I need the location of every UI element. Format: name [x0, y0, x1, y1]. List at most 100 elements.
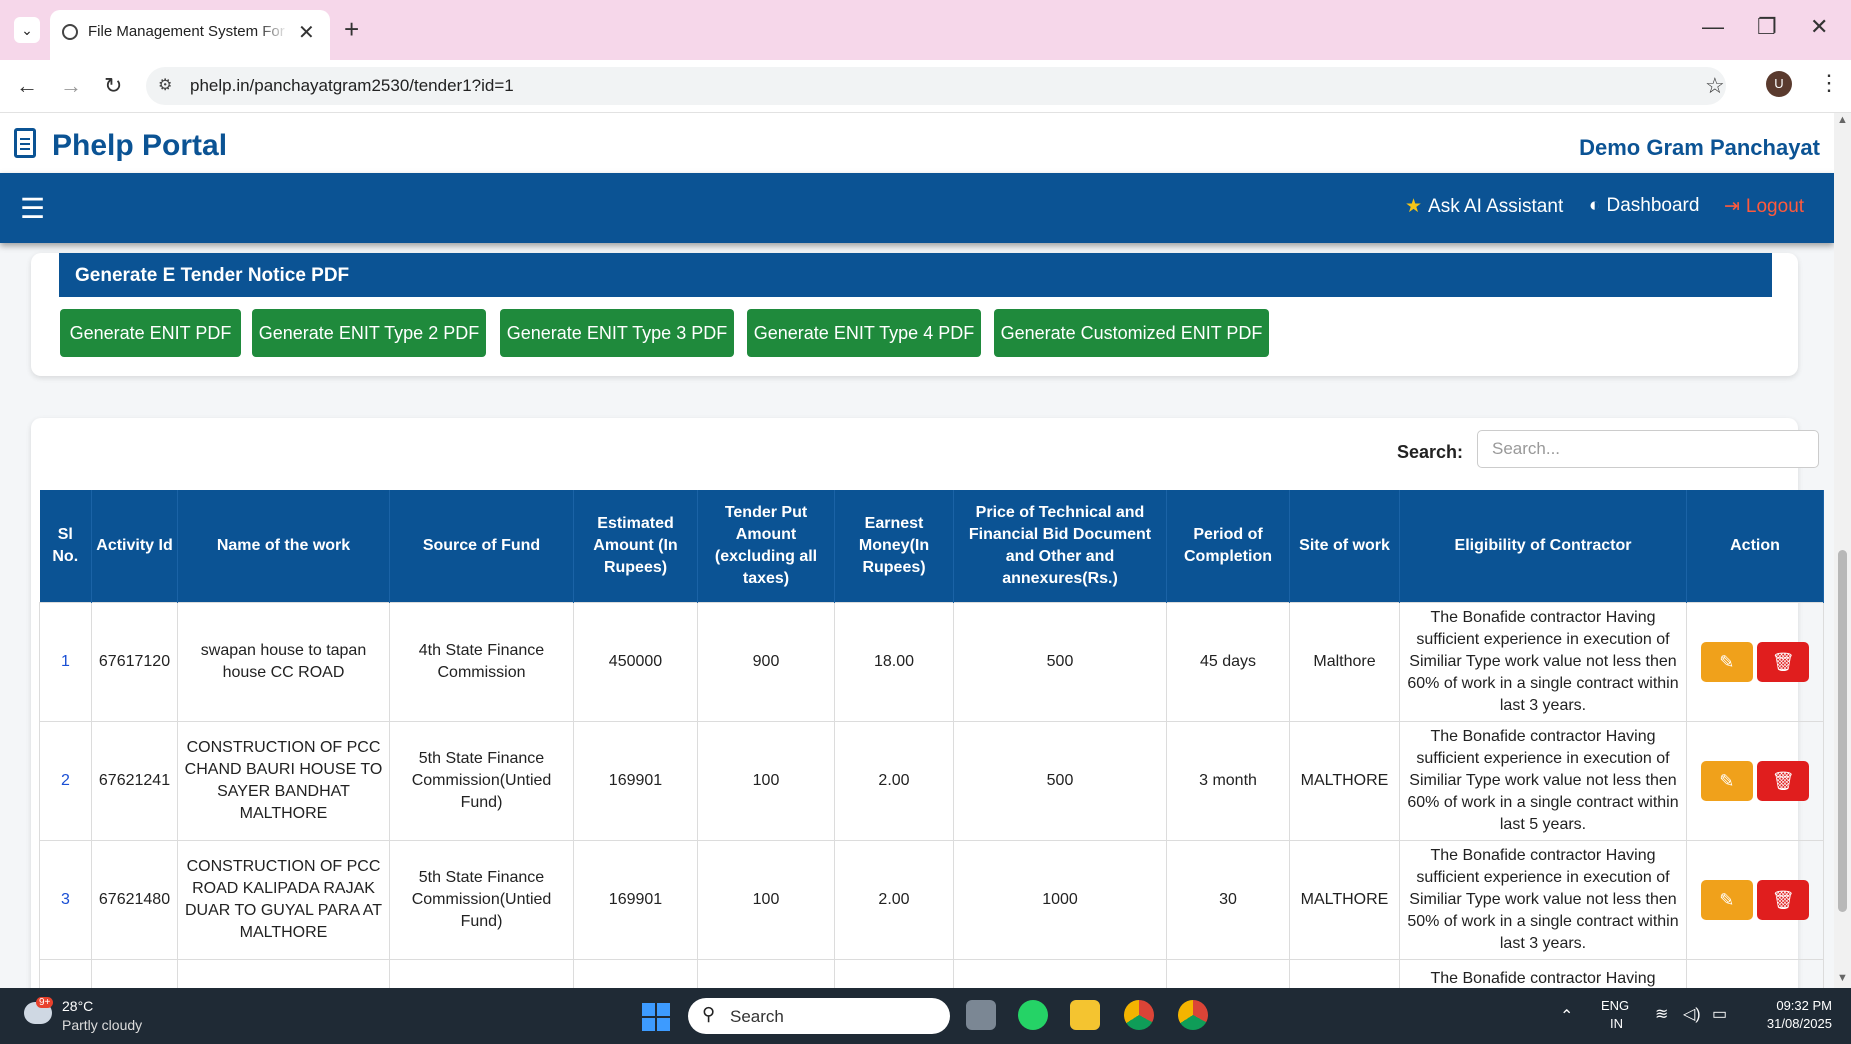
column-header-period[interactable]: Period of Completion: [1166, 490, 1290, 603]
table-row: The Bonafide contractor Having: [39, 959, 1824, 988]
column-header-tender-put-amount[interactable]: Tender Put Amount (excluding all taxes): [697, 490, 835, 603]
column-header-eligibility[interactable]: Eligibility of Contractor: [1399, 490, 1687, 603]
trash-icon: 🗑: [1771, 771, 1795, 791]
cell-sl-no: 2: [39, 721, 92, 841]
restore-icon[interactable]: ❐: [1757, 14, 1777, 40]
scrollbar-thumb[interactable]: [1838, 550, 1847, 912]
column-header-action: Action: [1686, 490, 1824, 603]
delete-button[interactable]: 🗑: [1757, 880, 1810, 920]
tender-table-card: Search: Sl No. Activity Id Name of the w…: [31, 418, 1824, 988]
site-info-icon[interactable]: ⚙: [158, 75, 172, 95]
edit-icon: ✎: [1719, 771, 1735, 791]
logout-icon: ⇥: [1724, 196, 1740, 217]
clock-date[interactable]: 31/08/2025: [1752, 1016, 1832, 1031]
cell-activity-id: 67617120: [91, 602, 178, 722]
column-header-name-of-work[interactable]: Name of the work: [177, 490, 390, 603]
generate-pdf-title: Generate E Tender Notice PDF: [75, 265, 350, 286]
edit-button[interactable]: ✎: [1700, 642, 1753, 682]
edit-button[interactable]: ✎: [1700, 761, 1753, 801]
back-arrow-icon[interactable]: ←: [16, 73, 38, 99]
scroll-up-icon[interactable]: ▲: [1837, 114, 1848, 126]
column-header-bid-document-price[interactable]: Price of Technical and Financial Bid Doc…: [953, 490, 1167, 603]
cell-tender-put-amount: 100: [697, 721, 835, 841]
brand-title[interactable]: Phelp Portal: [52, 129, 227, 163]
url-text[interactable]: phelp.in/panchayatgram2530/tender1?id=1: [190, 76, 514, 96]
windows-start-icon[interactable]: [642, 1003, 670, 1031]
search-input[interactable]: [1477, 430, 1819, 468]
tray-overflow-icon[interactable]: ⌃: [1560, 1006, 1573, 1026]
bookmark-star-icon[interactable]: ☆: [1705, 73, 1725, 99]
new-tab-button[interactable]: +: [344, 14, 359, 45]
search-label: Search:: [1397, 442, 1464, 462]
profile-avatar[interactable]: U: [1766, 71, 1792, 97]
trash-icon: 🗑: [1771, 890, 1795, 910]
cell-period: 3 month: [1166, 721, 1290, 841]
forward-arrow-icon[interactable]: →: [60, 73, 82, 99]
cell-period: 30: [1166, 840, 1290, 960]
file-explorer-icon[interactable]: [1070, 1000, 1100, 1030]
cell-activity-id: 67621480: [91, 840, 178, 960]
task-view-icon[interactable]: [966, 1000, 996, 1030]
language-region[interactable]: IN: [1610, 1016, 1623, 1031]
cell-source-of-fund: [389, 959, 574, 988]
delete-button[interactable]: 🗑: [1757, 761, 1810, 801]
generate-enit-type4-button[interactable]: Generate ENIT Type 4 PDF: [747, 309, 981, 357]
generate-enit-type3-button[interactable]: Generate ENIT Type 3 PDF: [500, 309, 734, 357]
search-icon: ⚲: [702, 1004, 716, 1024]
address-bar[interactable]: ⚙ phelp.in/panchayatgram2530/tender1?id=…: [146, 67, 1726, 105]
whatsapp-icon[interactable]: [1018, 1000, 1048, 1030]
column-header-earnest-money[interactable]: Earnest Money(In Rupees): [834, 490, 954, 603]
cell-action: ✎ 🗑: [1686, 721, 1824, 841]
tab-title: File Management System For G: [88, 23, 288, 40]
table-row: 3 67621480 CONSTRUCTION OF PCC ROAD KALI…: [39, 840, 1824, 960]
clock-time[interactable]: 09:32 PM: [1752, 998, 1832, 1013]
cell-bid-document-price: 500: [953, 721, 1167, 841]
tab-close-icon[interactable]: ✕: [298, 20, 315, 45]
column-header-estimated-amount[interactable]: Estimated Amount (In Rupees): [573, 490, 698, 603]
edit-button[interactable]: ✎: [1700, 880, 1753, 920]
cell-earnest-money: 2.00: [834, 721, 954, 841]
table-row: 2 67621241 CONSTRUCTION OF PCC CHAND BAU…: [39, 721, 1824, 841]
cell-tender-put-amount: [697, 959, 835, 988]
weather-badge: 9+: [36, 997, 54, 1008]
cell-action: ✎ 🗑: [1686, 840, 1824, 960]
cell-earnest-money: 2.00: [834, 840, 954, 960]
cell-bid-document-price: 1000: [953, 840, 1167, 960]
logout-link[interactable]: ⇥ Logout: [1724, 195, 1804, 218]
window-close-icon[interactable]: ✕: [1810, 14, 1828, 40]
cell-earnest-money: 18.00: [834, 602, 954, 722]
chrome-profile-icon[interactable]: [1178, 1000, 1208, 1030]
reload-icon[interactable]: ↻: [104, 73, 122, 99]
wifi-icon[interactable]: ≋: [1655, 1004, 1668, 1024]
generate-pdf-card: Generate E Tender Notice PDF Generate EN…: [31, 253, 1798, 376]
browser-tab[interactable]: File Management System For G ✕: [50, 10, 330, 60]
chrome-icon[interactable]: [1124, 1000, 1154, 1030]
cell-period: 45 days: [1166, 602, 1290, 722]
cell-estimated-amount: 169901: [573, 840, 698, 960]
cell-sl-no: 3: [39, 840, 92, 960]
generate-customized-enit-button[interactable]: Generate Customized ENIT PDF: [994, 309, 1269, 357]
language-code[interactable]: ENG: [1601, 998, 1629, 1013]
generate-enit-type2-button[interactable]: Generate ENIT Type 2 PDF: [252, 309, 486, 357]
column-header-sl-no[interactable]: Sl No.: [39, 490, 92, 603]
weather-temperature: 28°C: [62, 998, 94, 1014]
battery-icon[interactable]: ▭: [1712, 1004, 1727, 1024]
column-header-site[interactable]: Site of work: [1289, 490, 1400, 603]
generate-enit-pdf-button[interactable]: Generate ENIT PDF: [60, 309, 241, 357]
volume-icon[interactable]: ◁): [1683, 1004, 1701, 1024]
hamburger-menu-icon[interactable]: ☰: [20, 195, 45, 223]
cell-site: MALTHORE: [1289, 840, 1400, 960]
delete-button[interactable]: 🗑: [1757, 642, 1810, 682]
tab-search-button[interactable]: ⌄: [14, 17, 40, 43]
browser-menu-icon[interactable]: ⋮: [1818, 70, 1840, 96]
weather-description: Partly cloudy: [62, 1017, 143, 1033]
dashboard-link[interactable]: ◐ Dashboard: [1589, 195, 1699, 217]
taskbar-search[interactable]: ⚲ Search: [688, 998, 950, 1034]
column-header-source-of-fund[interactable]: Source of Fund: [389, 490, 574, 603]
ask-ai-link[interactable]: ★ Ask AI Assistant: [1405, 195, 1563, 218]
scroll-down-icon[interactable]: ▼: [1837, 972, 1848, 984]
cell-estimated-amount: 450000: [573, 602, 698, 722]
minimize-icon[interactable]: —: [1702, 14, 1724, 40]
column-header-activity-id[interactable]: Activity Id: [91, 490, 178, 603]
table-row: 1 67617120 swapan house to tapan house C…: [39, 602, 1824, 722]
